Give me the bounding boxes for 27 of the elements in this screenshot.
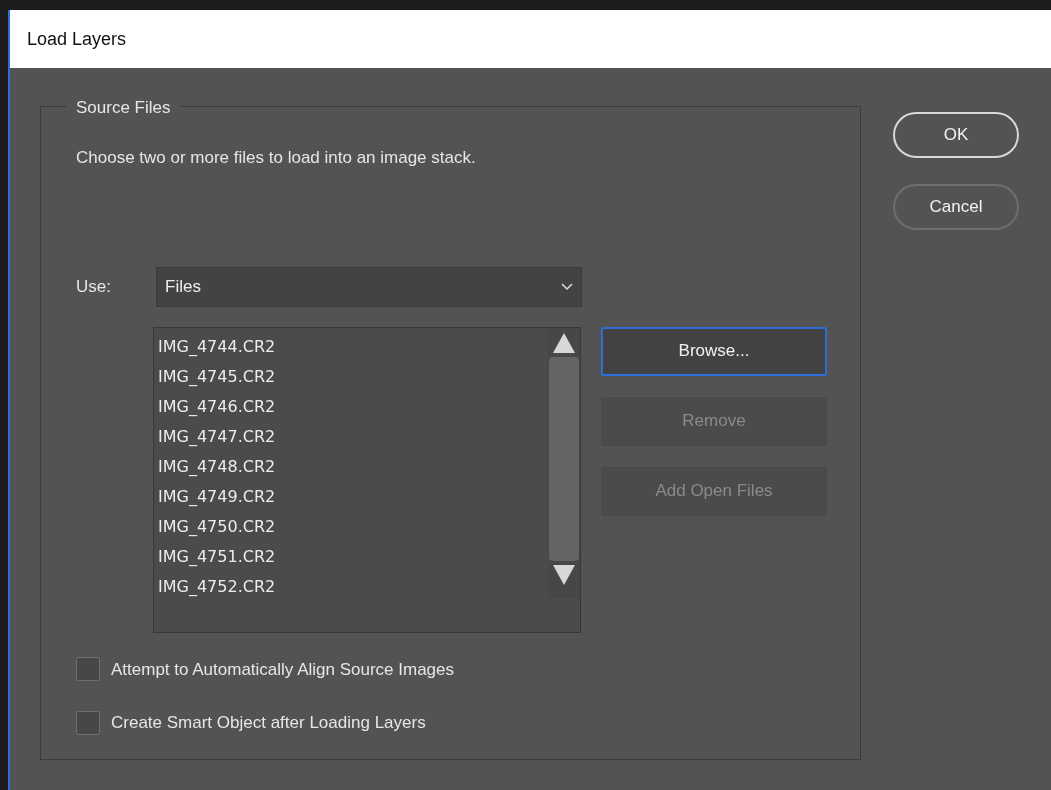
file-item[interactable]: IMG_4752.CR2: [158, 571, 548, 602]
checkbox-label[interactable]: Create Smart Object after Loading Layers: [111, 710, 426, 736]
file-list[interactable]: IMG_4744.CR2 IMG_4745.CR2 IMG_4746.CR2 IMG_4747.CR2 IMG_4748.CR2 IMG_4749.CR2 IMG_4750.CR2 IMG_4751.CR2 IMG_4752.CR2: [153, 326, 581, 633]
use-dropdown[interactable]: Files: [156, 266, 582, 307]
checkbox-label[interactable]: Attempt to Automatically Align Source Images: [111, 656, 454, 682]
scroll-up-icon[interactable]: [552, 331, 576, 354]
file-item[interactable]: IMG_4750.CR2: [158, 511, 548, 542]
scroll-down-icon[interactable]: [552, 563, 576, 586]
file-item[interactable]: IMG_4744.CR2: [158, 331, 548, 362]
file-item[interactable]: IMG_4747.CR2: [158, 421, 548, 452]
checkbox[interactable]: [76, 710, 100, 735]
description: Choose two or more files to load into an image stack.: [76, 147, 477, 169]
scrollbar-thumb[interactable]: [549, 356, 579, 561]
file-item[interactable]: IMG_4749.CR2: [158, 481, 548, 512]
chevron-icon: [561, 282, 573, 291]
scrollbar[interactable]: [548, 327, 580, 598]
ok-button[interactable]: OK: [893, 112, 1019, 158]
file-item[interactable]: IMG_4751.CR2: [158, 541, 548, 572]
file-item[interactable]: IMG_4746.CR2: [158, 391, 548, 422]
window-title: Load Layers: [27, 27, 127, 51]
use-label: Use:: [76, 275, 112, 298]
file-item[interactable]: IMG_4748.CR2: [158, 451, 548, 482]
file-item[interactable]: IMG_4745.CR2: [158, 361, 548, 392]
cancel-button[interactable]: Cancel: [893, 184, 1019, 230]
dropdown-value: Files: [165, 275, 201, 298]
checkbox[interactable]: [76, 657, 100, 682]
file-button[interactable]: Browse...: [601, 326, 827, 376]
